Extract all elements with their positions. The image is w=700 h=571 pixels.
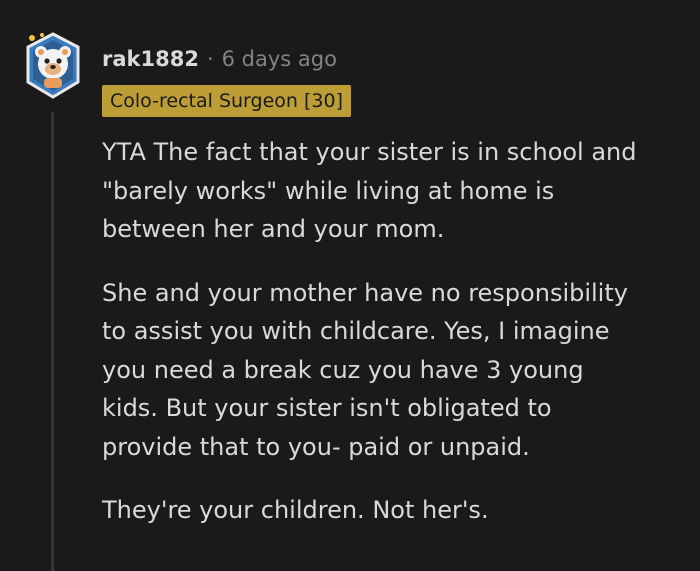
meta-separator: · xyxy=(206,47,214,71)
comment-line: between her and your mom. xyxy=(102,215,445,243)
comment-line: you need a break cuz you have 3 young xyxy=(102,355,584,384)
comment: rak1882 · 6 days ago Colo-rectal Surgeon… xyxy=(0,0,700,571)
comment-line: kids. But your sister isn't obligated to xyxy=(102,394,552,422)
user-avatar[interactable] xyxy=(22,30,84,102)
comment-line: She and your mother have no responsibili… xyxy=(102,278,628,307)
comment-line: to assist you with childcare. Yes, I ima… xyxy=(102,317,610,345)
comment-paragraph: She and your mother have no responsibili… xyxy=(102,274,692,467)
comment-meta: rak1882 · 6 days ago xyxy=(102,44,337,74)
comment-line: "barely works" while living at home is xyxy=(102,176,555,205)
timestamp-link[interactable]: 6 days ago xyxy=(222,47,337,71)
username-link[interactable]: rak1882 xyxy=(102,47,199,71)
comment-line: YTA The fact that your sister is in scho… xyxy=(102,138,637,166)
comment-paragraph: They're your children. Not her's. xyxy=(102,491,692,530)
comment-body: YTA The fact that your sister is in scho… xyxy=(102,133,692,555)
snoo-bear-avatar-icon xyxy=(26,32,80,99)
user-flair: Colo-rectal Surgeon [30] xyxy=(102,85,351,117)
comment-line: They're your children. Not her's. xyxy=(102,496,489,524)
thread-collapse-line[interactable] xyxy=(51,112,54,571)
comment-paragraph: YTA The fact that your sister is in scho… xyxy=(102,133,692,249)
comment-line: provide that to you- paid or unpaid. xyxy=(102,432,530,461)
